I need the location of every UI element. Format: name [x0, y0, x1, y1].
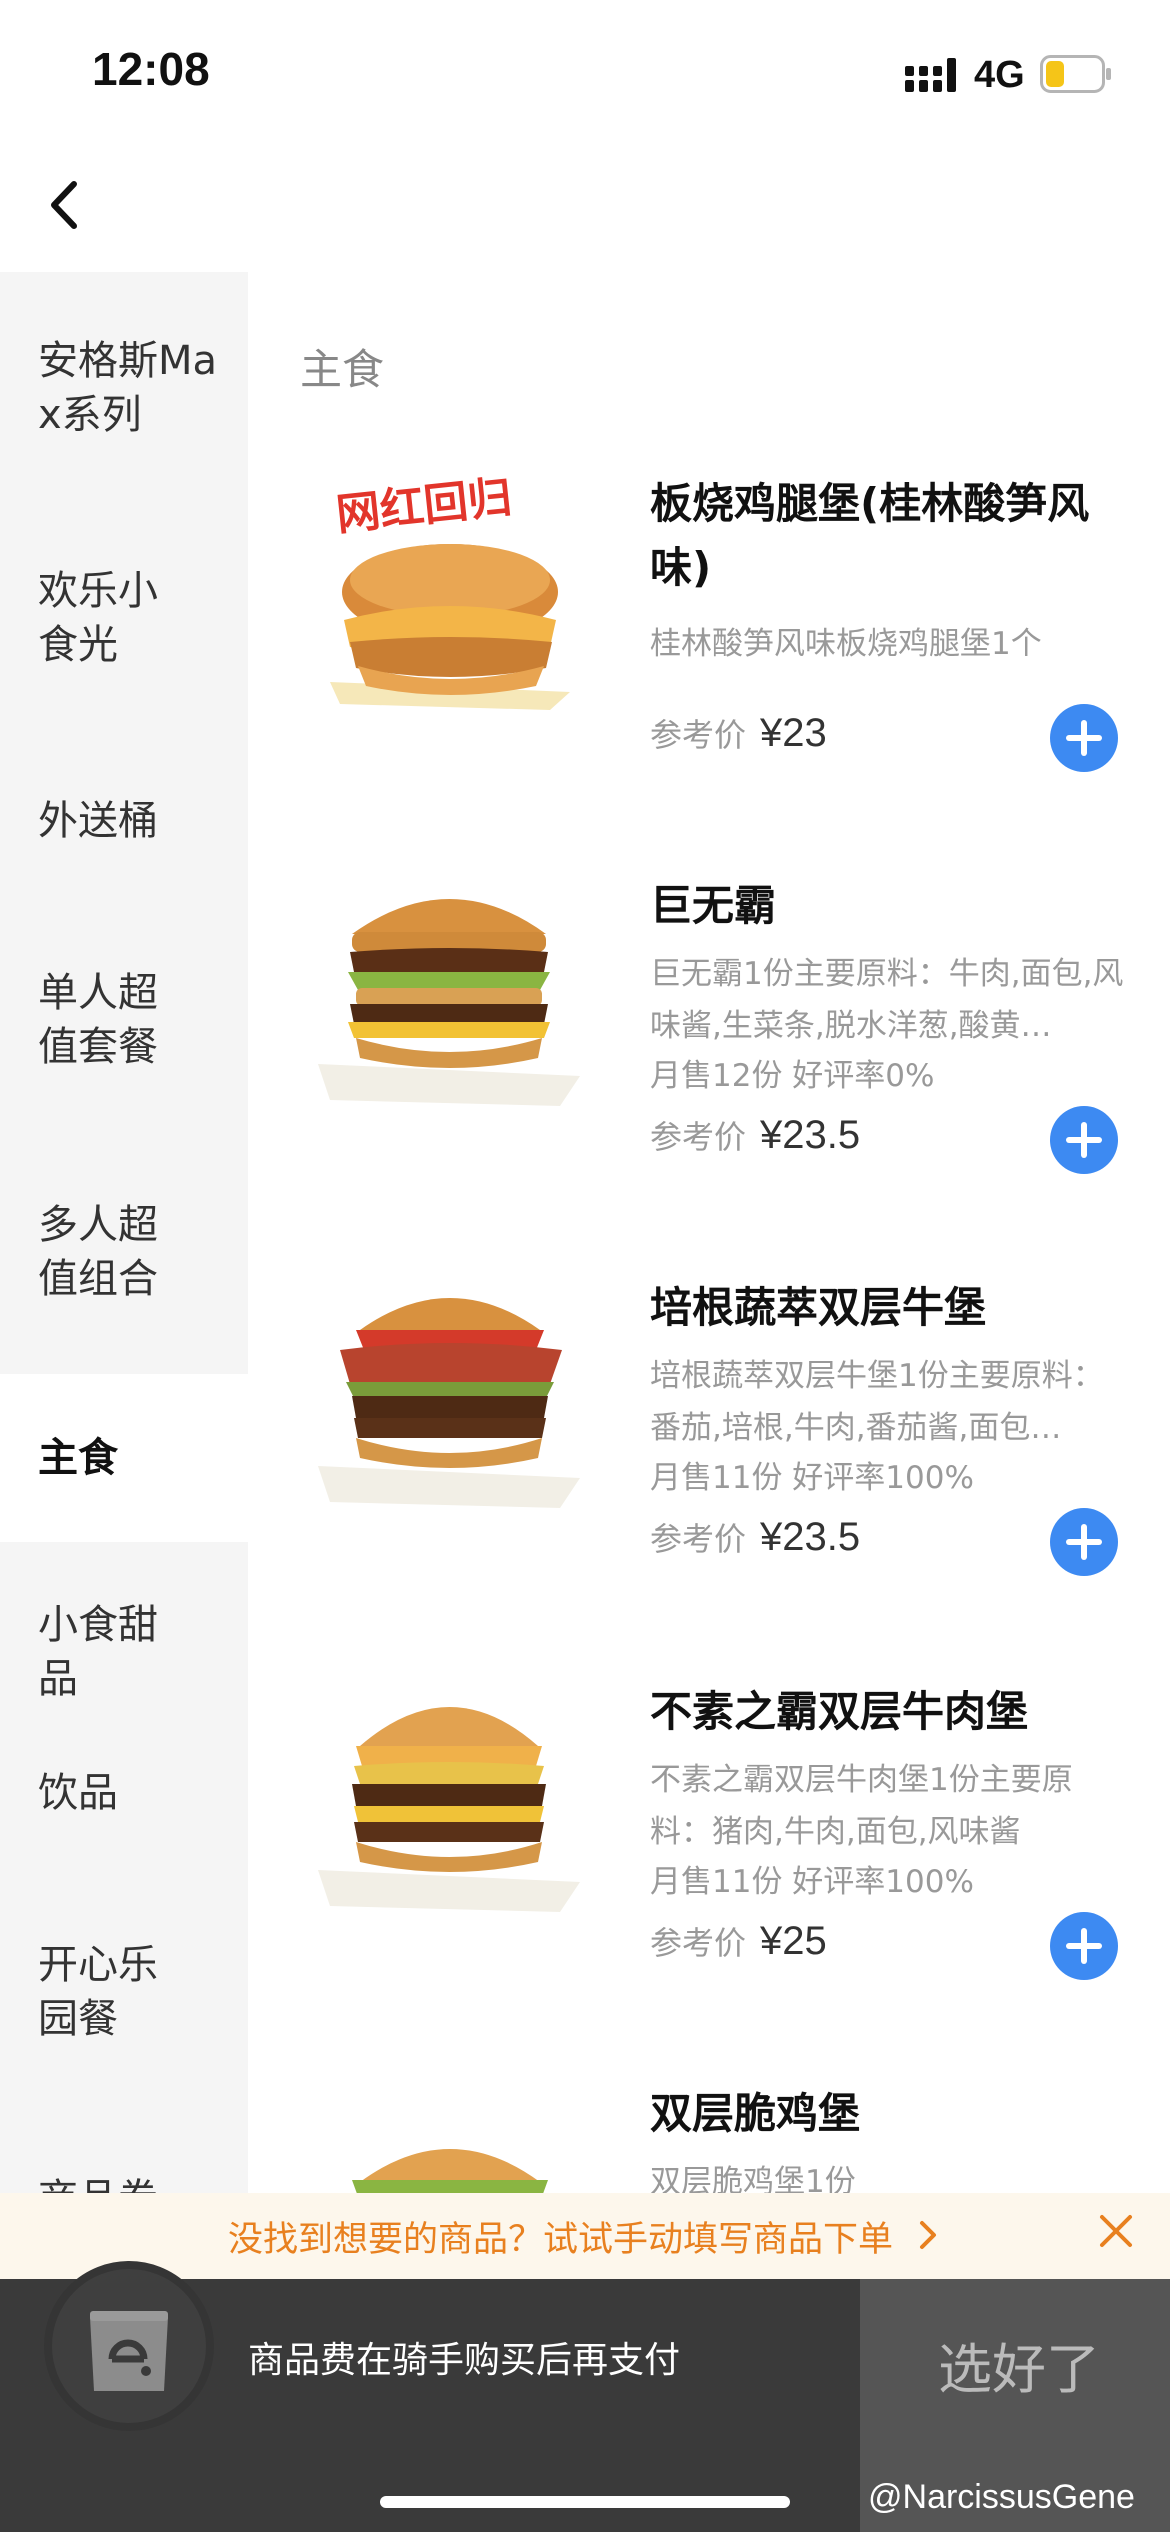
done-button-label: 选好了 — [938, 2338, 1100, 2401]
sidebar-item-single-meal[interactable]: 单人超值套餐 — [0, 966, 248, 1074]
chevron-right-icon — [920, 2221, 936, 2249]
product-image[interactable]: 网红回归 — [300, 442, 598, 740]
signal-icon — [905, 58, 956, 92]
sidebar-item-bucket[interactable]: 外送桶 — [0, 794, 248, 848]
product-card[interactable]: 培根蔬萃双层牛堡 培根蔬萃双层牛堡1份主要原料：番茄,培根,牛肉,番茄酱,面包…… — [300, 1246, 1140, 1646]
add-to-cart-button[interactable] — [1050, 704, 1118, 772]
product-stats: 月售11份 好评率100% — [650, 1460, 974, 1496]
price-row: 参考价 ¥25 — [650, 1918, 827, 1964]
sidebar-item-snack-time[interactable]: 欢乐小食光 — [0, 564, 248, 672]
add-to-cart-button[interactable] — [1050, 1106, 1118, 1174]
product-stats: 月售11份 好评率100% — [650, 1864, 974, 1900]
sidebar-item-label: 饮品 — [38, 1770, 118, 1816]
burger-image — [300, 1650, 598, 1948]
sidebar-item-label: 安格斯Max系列 — [38, 338, 218, 438]
sidebar-item-drinks[interactable]: 饮品 — [0, 1766, 248, 1820]
product-desc: 桂林酸笋风味板烧鸡腿堡1个 — [650, 626, 1042, 662]
sidebar-item-group-meal[interactable]: 多人超值组合 — [0, 1198, 248, 1306]
sidebar-item-angus-max[interactable]: 安格斯Max系列 — [0, 334, 248, 442]
price-value: ¥23 — [760, 711, 827, 755]
cart-bag-icon — [90, 2311, 168, 2391]
sidebar-item-label: 欢乐小食光 — [38, 568, 158, 668]
manual-order-tip[interactable]: 没找到想要的商品？试试手动填写商品下单 — [0, 2193, 1170, 2279]
product-name: 不素之霸双层牛肉堡 — [650, 1687, 1029, 1736]
product-stats: 月售12份 好评率0% — [650, 1058, 935, 1094]
price-value: ¥23.5 — [760, 1113, 861, 1157]
price-value: ¥23.5 — [760, 1515, 861, 1559]
price-label: 参考价 — [650, 1520, 747, 1558]
status-time: 12:08 — [92, 43, 210, 95]
price-label: 参考价 — [650, 1924, 747, 1962]
add-to-cart-button[interactable] — [1050, 1508, 1118, 1576]
status-bar: 12:08 4G — [0, 0, 1170, 140]
burger-image — [300, 1246, 598, 1544]
product-desc: 培根蔬萃双层牛堡1份主要原料：番茄,培根,牛肉,番茄酱,面包… — [650, 1358, 1104, 1446]
close-icon[interactable] — [1096, 2211, 1136, 2251]
tip-text: 没找到想要的商品？试试手动填写商品下单 — [228, 2220, 894, 2260]
price-row: 参考价 ¥23.5 — [650, 1514, 860, 1560]
price-label: 参考价 — [650, 1118, 747, 1156]
sidebar-item-label: 多人超值组合 — [38, 1202, 158, 1302]
network-label: 4G — [974, 54, 1025, 96]
sidebar-item-main-food[interactable]: 主食 — [0, 1374, 248, 1542]
product-name: 培根蔬萃双层牛堡 — [650, 1283, 987, 1332]
product-card[interactable]: 双层脆鸡堡 双层脆鸡堡1份 — [300, 2052, 1140, 2193]
product-image[interactable] — [300, 1246, 598, 1544]
product-desc: 双层脆鸡堡1份 — [650, 2164, 856, 2193]
burger-image: 网红回归 — [300, 442, 598, 740]
sidebar-item-snacks-desserts[interactable]: 小食甜品 — [0, 1598, 248, 1706]
product-desc: 巨无霸1份主要原料：牛肉,面包,风味酱,生菜条,脱水洋葱,酸黄… — [650, 956, 1124, 1044]
sidebar-item-label: 单人超值套餐 — [38, 970, 158, 1070]
sidebar-item-label: 主食 — [38, 1435, 118, 1481]
product-image[interactable] — [300, 1650, 598, 1948]
category-sidebar: 安格斯Max系列 欢乐小食光 外送桶 单人超值套餐 多人超值组合 主食 小食甜品… — [0, 272, 248, 2282]
sidebar-item-label: 小食甜品 — [38, 1602, 158, 1702]
sidebar-item-happy-meal[interactable]: 开心乐园餐 — [0, 1938, 248, 2046]
add-to-cart-button[interactable] — [1050, 1912, 1118, 1980]
price-row: 参考价 ¥23 — [650, 710, 827, 756]
product-image[interactable] — [300, 844, 598, 1142]
product-name: 巨无霸 — [650, 881, 777, 930]
product-image[interactable] — [300, 2052, 598, 2193]
page: 12:08 4G 安格斯Max系列 欢乐小食光 外送桶 单人超值套餐 多人超值组… — [0, 0, 1170, 2532]
sidebar-item-label: 开心乐园餐 — [38, 1942, 158, 2042]
cart-payment-note: 商品费在骑手购买后再支付 — [248, 2340, 681, 2381]
back-icon[interactable] — [36, 170, 96, 240]
product-name: 板烧鸡腿堡(桂林酸笋风味) — [650, 479, 1090, 592]
home-indicator[interactable] — [380, 2496, 790, 2508]
product-name: 双层脆鸡堡 — [650, 2089, 861, 2138]
cart-button[interactable] — [44, 2261, 214, 2431]
product-card[interactable]: 网红回归 板烧鸡腿堡(桂林酸笋风味) 桂林酸笋风味板烧鸡腿堡1个 参考价 ¥23 — [300, 442, 1140, 842]
product-desc: 不素之霸双层牛肉堡1份主要原料：猪肉,牛肉,面包,风味酱 — [650, 1762, 1073, 1850]
product-card[interactable]: 不素之霸双层牛肉堡 不素之霸双层牛肉堡1份主要原料：猪肉,牛肉,面包,风味酱 月… — [300, 1650, 1140, 2050]
burger-image — [300, 2052, 598, 2193]
watermark: @NarcissusGene — [868, 2478, 1135, 2516]
burger-image — [300, 844, 598, 1142]
battery-icon — [1040, 55, 1111, 93]
price-row: 参考价 ¥23.5 — [650, 1112, 860, 1158]
sidebar-item-label: 外送桶 — [38, 798, 158, 844]
product-card[interactable]: 巨无霸 巨无霸1份主要原料：牛肉,面包,风味酱,生菜条,脱水洋葱,酸黄… 月售1… — [300, 844, 1140, 1244]
price-label: 参考价 — [650, 716, 747, 754]
price-value: ¥25 — [760, 1919, 827, 1963]
section-title: 主食 — [300, 345, 385, 394]
